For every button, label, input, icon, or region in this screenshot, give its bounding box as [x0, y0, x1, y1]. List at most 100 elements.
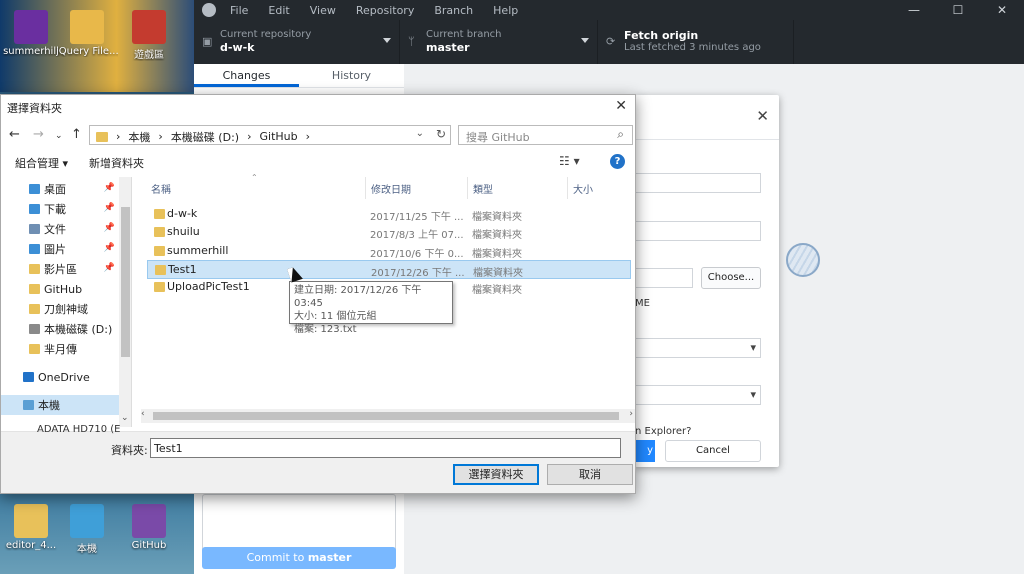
scrollbar-thumb[interactable] [121, 207, 130, 357]
menu-item-repository[interactable]: Repository [356, 4, 415, 17]
up-arrow-icon[interactable]: ↑ [71, 127, 82, 142]
tree-item[interactable]: GitHub [1, 279, 119, 299]
scroll-left-icon[interactable]: ‹ [141, 409, 145, 419]
dropdown-1[interactable] [635, 338, 761, 358]
fetch-origin-button[interactable]: ⟳ Fetch origin Last fetched 3 minutes ag… [598, 20, 794, 64]
tree-item-label: OneDrive [38, 370, 90, 384]
scrollbar-thumb[interactable] [153, 412, 619, 420]
tree-item[interactable]: 下載 📌 [1, 199, 119, 219]
desktop-icon[interactable]: editor_4... [0, 500, 62, 551]
search-icon: ⌕ [617, 127, 624, 141]
organize-menu[interactable]: 組合管理 ▾ [15, 155, 68, 171]
menu-item-view[interactable]: View [310, 4, 336, 17]
tree-item[interactable]: 刀劍神域 [1, 299, 119, 319]
breadcrumb-this-pc[interactable]: 本機 [128, 129, 150, 145]
folder-row[interactable]: summerhill 2017/10/6 下午 0... 檔案資料夾 [147, 242, 631, 261]
folder-type: 檔案資料夾 [472, 230, 522, 242]
close-icon[interactable]: ✕ [756, 107, 769, 125]
column-separator[interactable] [567, 177, 568, 199]
tree-item[interactable]: 本機磁碟 (D:) [1, 319, 119, 339]
horizontal-scrollbar[interactable]: ‹ › [141, 409, 635, 423]
folder-row[interactable]: Test1 2017/12/26 下午 ... 檔案資料夾 [147, 259, 631, 279]
menu-item-edit[interactable]: Edit [268, 4, 289, 17]
scroll-down-icon[interactable]: ⌄ [121, 413, 129, 423]
tooltip-line: 大小: 11 個位元組 [294, 311, 377, 322]
menu-item-file[interactable]: File [230, 4, 248, 17]
current-repository-button[interactable]: ▣ Current repository d-w-k [194, 20, 400, 64]
commit-prefix: Commit to [246, 551, 308, 564]
breadcrumb-github[interactable]: GitHub [259, 130, 297, 143]
recent-dropdown-icon[interactable]: ⌄ [55, 131, 63, 141]
tree-item-label: 桌面 [44, 183, 66, 196]
forward-arrow-icon[interactable]: → [33, 127, 44, 142]
navigation-bar: ← → ⌄ ↑ › 本機 › 本機磁碟 (D:) › GitHub › ⌄ ↻ … [1, 123, 635, 147]
breadcrumb-drive-d[interactable]: 本機磁碟 (D:) [171, 129, 239, 145]
local-path-field[interactable] [635, 268, 693, 288]
name-field[interactable] [635, 221, 761, 241]
desktop-icon[interactable]: 本機 [56, 500, 118, 555]
tree-item[interactable]: 桌面 📌 [1, 179, 119, 199]
folder-icon [155, 264, 166, 275]
desktop-icon[interactable]: 遊戲區 [118, 6, 180, 61]
commit-button[interactable]: Commit to master [202, 547, 396, 569]
new-folder-button[interactable]: 新增資料夾 [89, 155, 144, 171]
chevron-down-icon [581, 38, 589, 43]
column-date[interactable]: 修改日期 [371, 181, 411, 196]
url-field[interactable] [635, 173, 761, 193]
column-name[interactable]: 名稱 [151, 181, 171, 196]
desktop-icon[interactable]: GitHub [118, 500, 180, 551]
cancel-button[interactable]: 取消 [547, 464, 633, 485]
repo-icon: ▣ [202, 35, 213, 48]
breadcrumb-sep: › [247, 130, 252, 143]
close-icon[interactable]: ✕ [980, 0, 1024, 20]
maximize-icon[interactable]: ☐ [936, 0, 980, 20]
column-separator[interactable] [365, 177, 366, 199]
tree-item[interactable]: 本機 [1, 395, 119, 415]
tree-item[interactable]: 文件 📌 [1, 219, 119, 239]
tab-history[interactable]: History [299, 64, 404, 87]
scroll-right-icon[interactable]: › [629, 409, 633, 419]
choose-button[interactable]: Choose... [701, 267, 761, 289]
column-type[interactable]: 類型 [473, 181, 493, 196]
file-tooltip: 建立日期: 2017/12/26 下午 03:45 大小: 11 個位元組 檔案: … [289, 281, 453, 335]
desktop-app-icon [132, 504, 166, 538]
chevron-down-icon[interactable]: ⌄ [416, 128, 424, 139]
folder-row[interactable]: shuilu 2017/8/3 上午 07... 檔案資料夾 [147, 223, 631, 242]
tree-item[interactable]: OneDrive [1, 367, 119, 387]
desktop-icon[interactable]: summerhill [0, 6, 62, 57]
dropdown-2[interactable] [635, 385, 761, 405]
tree-item[interactable]: 影片區 📌 [1, 259, 119, 279]
folder-input[interactable]: Test1 [150, 438, 621, 458]
repo-value: d-w-k [220, 41, 255, 54]
tree-item[interactable]: 圖片 📌 [1, 239, 119, 259]
menu-item-branch[interactable]: Branch [434, 4, 473, 17]
help-icon[interactable]: ? [610, 154, 625, 169]
minimize-icon[interactable]: — [892, 0, 936, 20]
column-separator[interactable] [467, 177, 468, 199]
desktop-icon[interactable]: jQuery File... [56, 6, 118, 57]
column-size[interactable]: 大小 [573, 181, 593, 196]
cancel-button[interactable]: Cancel [665, 440, 761, 462]
menu-bar: File Edit View Repository Branch Help — ☐ ✕ [194, 0, 1024, 20]
fetch-label: Fetch origin [624, 29, 699, 42]
close-icon[interactable]: ✕ [615, 98, 627, 114]
folder-row[interactable]: d-w-k 2017/11/25 下午 ... 檔案資料夾 [147, 205, 631, 224]
select-folder-button[interactable]: 選擇資料夾 [453, 464, 539, 485]
back-arrow-icon[interactable]: ← [9, 127, 20, 142]
folder-icon [29, 284, 40, 294]
address-bar[interactable]: › 本機 › 本機磁碟 (D:) › GitHub › ⌄ ↻ [89, 125, 451, 145]
breadcrumb-sep: › [305, 130, 311, 143]
folder-name: shuilu [167, 225, 200, 239]
navigation-scrollbar[interactable]: ⌄ [119, 177, 131, 427]
current-branch-button[interactable]: ᛘ Current branch master [400, 20, 598, 64]
clone-button[interactable]: y [635, 440, 655, 462]
view-options-icon[interactable]: ☷ ▾ [559, 154, 580, 168]
menu-item-help[interactable]: Help [493, 4, 518, 17]
search-input[interactable]: 搜尋 GitHub ⌕ [458, 125, 633, 145]
sort-arrow-icon: ⌃ [251, 173, 258, 182]
refresh-icon[interactable]: ↻ [436, 127, 446, 141]
desktop-icon-label: editor_4... [5, 540, 57, 551]
commit-description-field[interactable] [202, 494, 396, 554]
tree-item[interactable]: 芈月傳 [1, 339, 119, 359]
tab-changes[interactable]: Changes [194, 64, 299, 87]
